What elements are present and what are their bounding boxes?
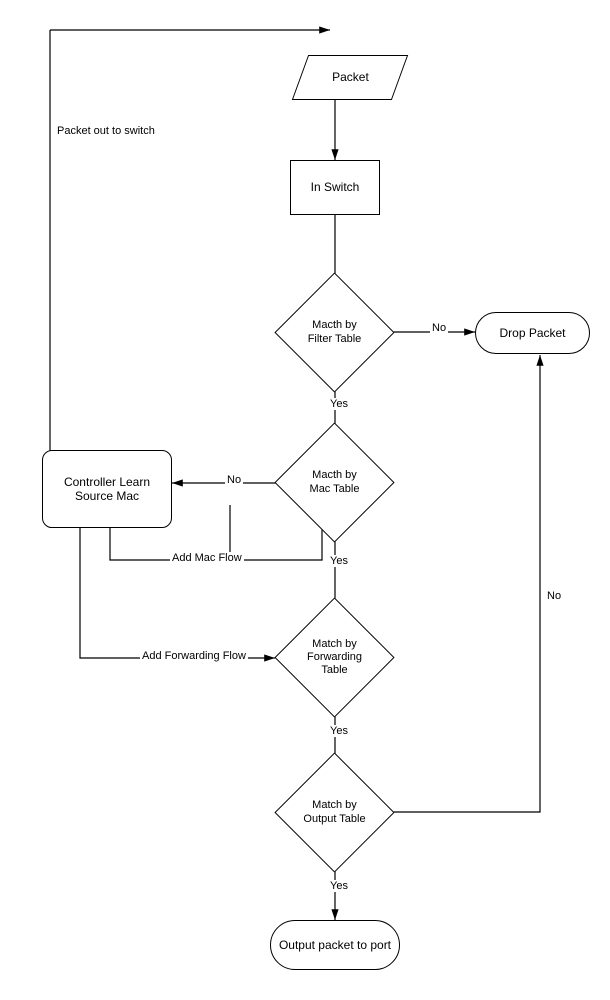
label-output-table: Match by Output Table — [292, 770, 377, 855]
node-controller-learn: Controller Learn Source Mac — [42, 450, 172, 528]
node-drop-packet: Drop Packet — [475, 312, 590, 354]
label-output-port: Output packet to port — [279, 938, 391, 952]
node-filter-table: Macth by Filter Table — [292, 290, 377, 375]
edge-add-forwarding-flow: Add Forwarding Flow — [140, 650, 248, 662]
node-output-port: Output packet to port — [270, 920, 400, 970]
node-output-table: Match by Output Table — [292, 770, 377, 855]
edge-packet-out: Packet out to switch — [55, 125, 157, 137]
label-drop-packet: Drop Packet — [499, 326, 565, 340]
label-controller-learn: Controller Learn Source Mac — [47, 475, 167, 504]
node-mac-table: Macth by Mac Table — [292, 440, 377, 525]
node-in-switch: In Switch — [290, 160, 380, 215]
label-forwarding-table: Match by Forwarding Table — [292, 615, 377, 700]
label-filter-table: Macth by Filter Table — [292, 290, 377, 375]
node-packet: Packet — [292, 55, 408, 100]
edge-no-1: No — [430, 322, 448, 334]
edge-yes-2: Yes — [328, 555, 350, 567]
edge-yes-1: Yes — [328, 398, 350, 410]
node-forwarding-table: Match by Forwarding Table — [292, 615, 377, 700]
edge-yes-3: Yes — [328, 725, 350, 737]
flowchart-canvas: Packet In Switch Macth by Filter Table D… — [0, 0, 610, 1000]
edge-no-2: No — [225, 474, 243, 486]
label-mac-table: Macth by Mac Table — [292, 440, 377, 525]
label-packet: Packet — [332, 70, 369, 84]
edge-yes-4: Yes — [328, 880, 350, 892]
edge-no-3: No — [545, 590, 563, 602]
edge-add-mac-flow: Add Mac Flow — [170, 552, 244, 564]
label-in-switch: In Switch — [311, 180, 360, 194]
